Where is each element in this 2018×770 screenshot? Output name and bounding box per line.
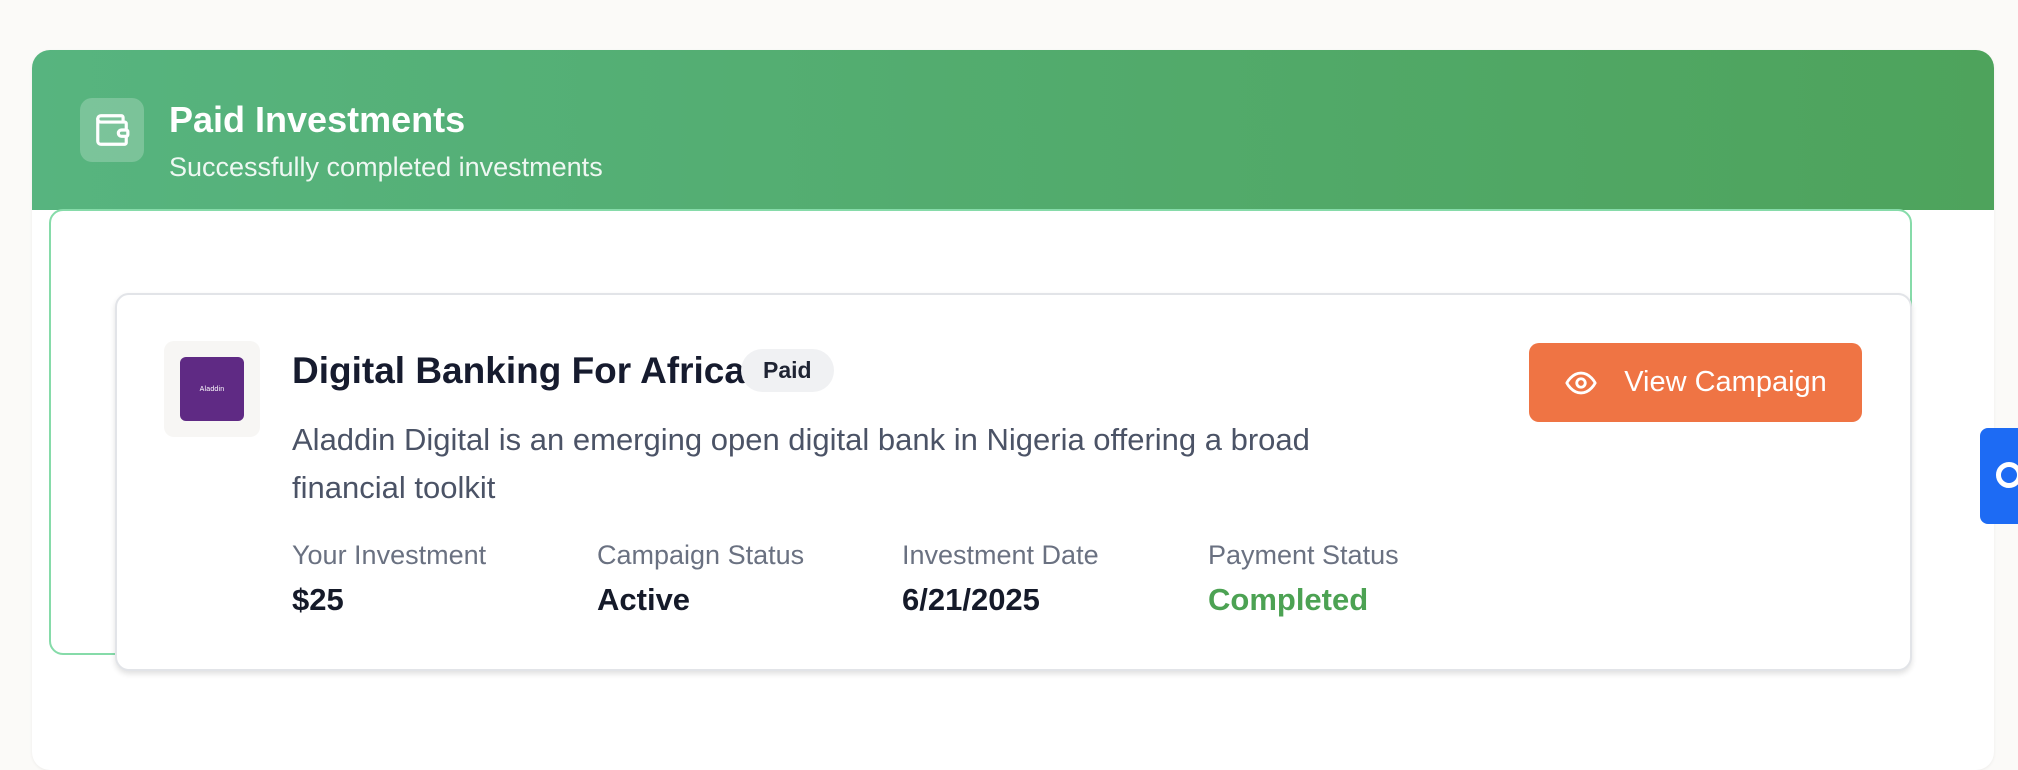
stat-label: Your Investment: [292, 540, 487, 570]
campaign-logo: Aladdin: [164, 341, 260, 437]
stat-label: Payment Status: [1208, 540, 1399, 570]
eye-icon: [1564, 366, 1598, 400]
stat-value: Active: [597, 582, 691, 617]
chat-widget-button[interactable]: [1980, 428, 2018, 524]
stat-label: Investment Date: [902, 540, 1099, 570]
section-subtitle: Successfully completed investments: [169, 152, 603, 182]
view-campaign-button[interactable]: View Campaign: [1529, 343, 1862, 422]
chat-icon: [1996, 462, 2018, 488]
stat-label: Campaign Status: [597, 540, 805, 570]
stat-value: $25: [292, 582, 344, 617]
status-badge: Paid: [741, 349, 834, 392]
section-title: Paid Investments: [169, 99, 466, 140]
campaign-title: Digital Banking For Africa: [292, 350, 745, 391]
stat-payment-status: Payment Status Completed: [1208, 538, 1399, 619]
stat-campaign-status: Campaign Status Active: [597, 538, 804, 619]
stat-value: 6/21/2025: [902, 582, 1040, 617]
stat-investment-date: Investment Date 6/21/2025: [902, 538, 1099, 619]
stat-your-investment: Your Investment $25: [292, 538, 486, 619]
view-campaign-label: View Campaign: [1624, 366, 1827, 398]
stat-value: Completed: [1208, 582, 1369, 617]
aladdin-logo: Aladdin: [180, 357, 244, 421]
campaign-description: Aladdin Digital is an emerging open digi…: [292, 422, 1310, 505]
wallet-icon: [80, 98, 144, 162]
panel-header: Paid Investments Successfully completed …: [32, 50, 1994, 210]
